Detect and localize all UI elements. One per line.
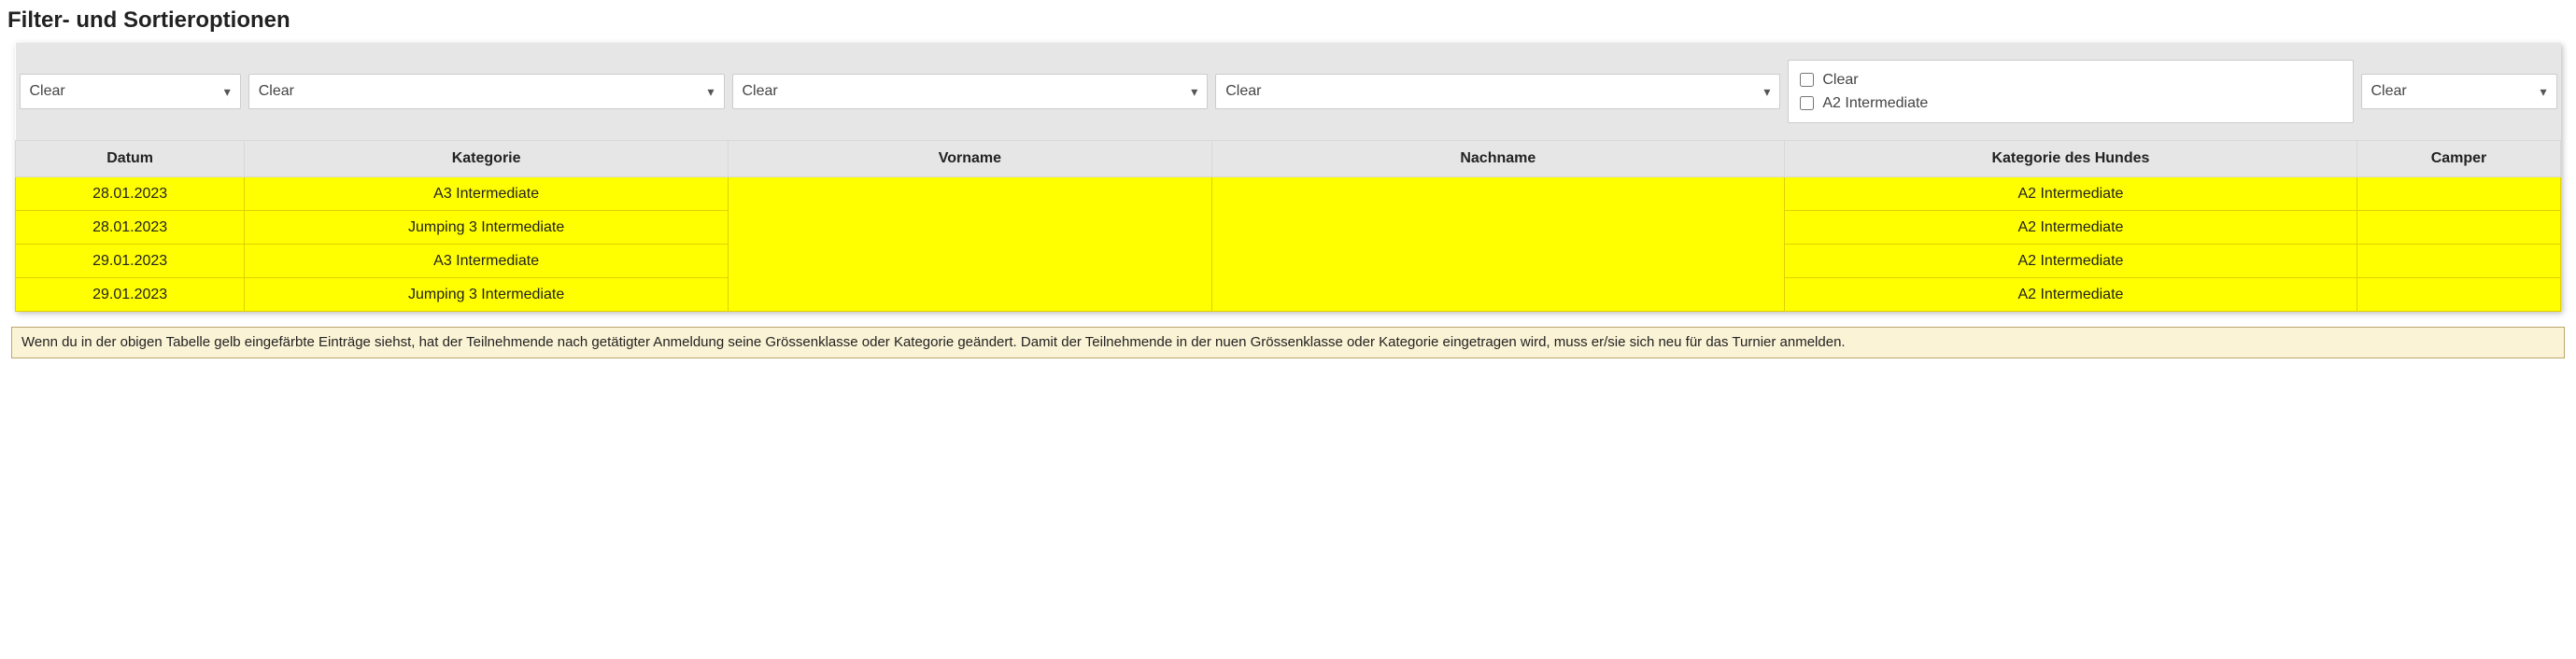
chevron-down-icon: ▾ bbox=[224, 84, 231, 100]
filter-camper-select[interactable]: Clear ▾ bbox=[2361, 74, 2557, 109]
col-header-camper[interactable]: Camper bbox=[2357, 141, 2561, 177]
table-body: 28.01.2023 A3 Intermediate A2 Intermedia… bbox=[16, 177, 2561, 312]
cell-kategorie: A3 Intermediate bbox=[245, 245, 729, 278]
filter-datum-select[interactable]: Clear ▾ bbox=[20, 74, 241, 109]
header-row: Datum Kategorie Vorname Nachname Kategor… bbox=[16, 141, 2561, 177]
filter-kategorie-select[interactable]: Clear ▾ bbox=[248, 74, 725, 109]
cell-datum: 28.01.2023 bbox=[16, 177, 245, 211]
cell-vorname bbox=[729, 177, 1212, 312]
cell-datum: 28.01.2023 bbox=[16, 211, 245, 245]
filter-hundkat-option-clear-label: Clear bbox=[1822, 72, 1858, 89]
filter-hundkat-panel: Clear A2 Intermediate bbox=[1788, 60, 2353, 123]
cell-camper bbox=[2357, 177, 2561, 211]
cell-camper bbox=[2357, 278, 2561, 312]
filter-hundkat-checkbox-clear[interactable] bbox=[1800, 73, 1814, 87]
cell-hundkat: A2 Intermediate bbox=[1784, 278, 2357, 312]
chevron-down-icon: ▾ bbox=[1191, 84, 1197, 100]
filter-hundkat-checkbox-a2[interactable] bbox=[1800, 96, 1814, 110]
filter-camper-label: Clear bbox=[2371, 83, 2407, 100]
cell-hundkat: A2 Intermediate bbox=[1784, 245, 2357, 278]
results-table-wrap: Clear ▾ Clear ▾ Clear ▾ bbox=[15, 43, 2561, 312]
results-table: Clear ▾ Clear ▾ Clear ▾ bbox=[15, 43, 2561, 312]
chevron-down-icon: ▾ bbox=[1763, 84, 1770, 100]
chevron-down-icon: ▾ bbox=[707, 84, 714, 100]
filter-datum-label: Clear bbox=[30, 83, 65, 100]
filter-hundkat-option-a2-label: A2 Intermediate bbox=[1822, 95, 1928, 112]
table-row: 28.01.2023 A3 Intermediate A2 Intermedia… bbox=[16, 177, 2561, 211]
filter-nachname-select[interactable]: Clear ▾ bbox=[1215, 74, 1780, 109]
info-note: Wenn du in der obigen Tabelle gelb einge… bbox=[11, 327, 2565, 358]
cell-datum: 29.01.2023 bbox=[16, 278, 245, 312]
cell-camper bbox=[2357, 245, 2561, 278]
page-title: Filter- und Sortieroptionen bbox=[7, 7, 2569, 34]
chevron-down-icon: ▾ bbox=[2540, 84, 2546, 100]
filter-row: Clear ▾ Clear ▾ Clear ▾ bbox=[16, 43, 2561, 141]
cell-hundkat: A2 Intermediate bbox=[1784, 211, 2357, 245]
col-header-kategorie[interactable]: Kategorie bbox=[245, 141, 729, 177]
filter-vorname-select[interactable]: Clear ▾ bbox=[732, 74, 1209, 109]
cell-camper bbox=[2357, 211, 2561, 245]
cell-hundkat: A2 Intermediate bbox=[1784, 177, 2357, 211]
filter-hundkat-option-clear[interactable]: Clear bbox=[1796, 70, 2344, 90]
filter-nachname-label: Clear bbox=[1225, 83, 1261, 100]
col-header-nachname[interactable]: Nachname bbox=[1211, 141, 1784, 177]
cell-kategorie: Jumping 3 Intermediate bbox=[245, 211, 729, 245]
col-header-vorname[interactable]: Vorname bbox=[729, 141, 1212, 177]
col-header-datum[interactable]: Datum bbox=[16, 141, 245, 177]
cell-kategorie: A3 Intermediate bbox=[245, 177, 729, 211]
filter-hundkat-option-a2[interactable]: A2 Intermediate bbox=[1796, 93, 2344, 113]
filter-vorname-label: Clear bbox=[743, 83, 778, 100]
col-header-hundkat[interactable]: Kategorie des Hundes bbox=[1784, 141, 2357, 177]
cell-datum: 29.01.2023 bbox=[16, 245, 245, 278]
cell-nachname bbox=[1211, 177, 1784, 312]
cell-kategorie: Jumping 3 Intermediate bbox=[245, 278, 729, 312]
filter-kategorie-label: Clear bbox=[259, 83, 294, 100]
